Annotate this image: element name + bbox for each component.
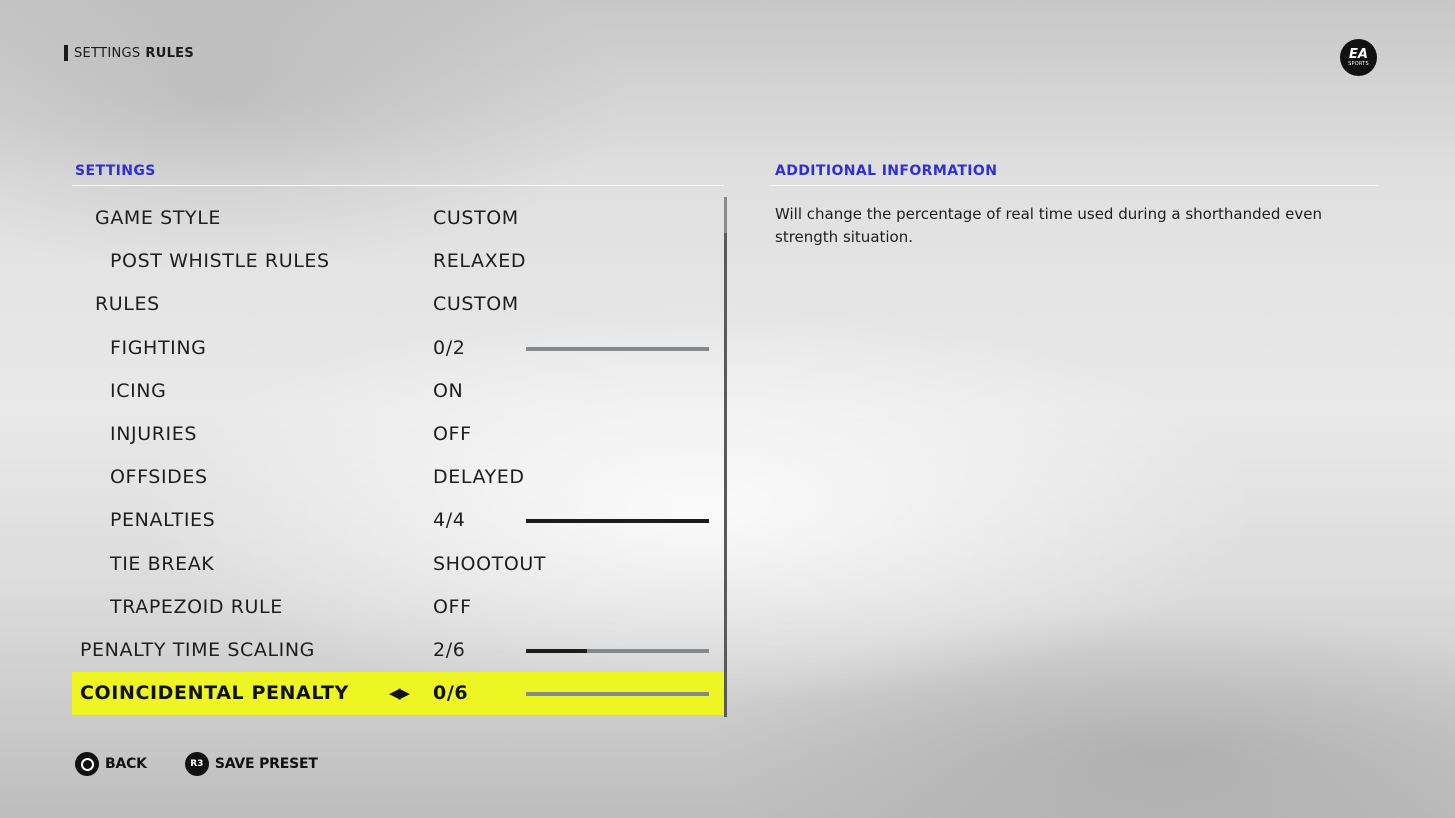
setting-label: PENALTIES (110, 509, 216, 532)
setting-value[interactable]: 0/6 (433, 672, 468, 715)
setting-value[interactable]: 0/2 (433, 327, 465, 370)
setting-label: OFFSIDES (110, 466, 208, 489)
settings-list: GAME STYLE CUSTOM POST WHISTLE RULES RELAXE… (72, 197, 724, 716)
setting-row-tie-break[interactable]: TIE BREAK SHOOTOUT (72, 543, 724, 586)
setting-row-trapezoid-rule[interactable]: TRAPEZOID RULE OFF (72, 586, 724, 629)
logo-subtext: SPORTS (1348, 60, 1369, 67)
setting-value[interactable]: DELAYED (433, 456, 525, 499)
info-description: Will change the percentage of real time … (775, 205, 1322, 246)
setting-value[interactable]: 2/6 (433, 629, 465, 672)
setting-row-penalty-time-scaling[interactable]: PENALTY TIME SCALING 2/6 (72, 629, 724, 672)
setting-label: FIGHTING (110, 336, 207, 359)
setting-row-fighting[interactable]: FIGHTING 0/2 (72, 327, 724, 370)
setting-value[interactable]: SHOOTOUT (433, 543, 546, 586)
setting-label: TRAPEZOID RULE (110, 595, 283, 618)
breadcrumb-marker (64, 45, 68, 61)
setting-row-coincidental-penalty-tim[interactable]: COINCIDENTAL PENALTY TIM ◀▶ 0/6 (72, 672, 724, 716)
breadcrumb: SETTINGS RULES (64, 45, 194, 61)
slider-fill (526, 519, 709, 524)
setting-row-icing[interactable]: ICING ON (72, 370, 724, 413)
setting-label: POST WHISTLE RULES (110, 250, 330, 273)
setting-row-penalties[interactable]: PENALTIES 4/4 (72, 499, 724, 542)
slider-fill (526, 648, 587, 653)
setting-label: RULES (95, 293, 160, 316)
setting-row-rules[interactable]: RULES CUSTOM (72, 283, 724, 326)
settings-scrollbar[interactable] (724, 197, 727, 717)
settings-panel-title: SETTINGS (75, 163, 156, 179)
r3-icon-text: R3 (190, 759, 204, 769)
setting-slider[interactable] (526, 692, 709, 697)
setting-row-offsides[interactable]: OFFSIDES DELAYED (72, 456, 724, 499)
save-preset-button[interactable]: SAVE PRESET (215, 756, 318, 772)
breadcrumb-section: SETTINGS (74, 45, 141, 61)
setting-value[interactable]: OFF (433, 586, 472, 629)
setting-label: TIE BREAK (110, 552, 215, 575)
setting-slider[interactable] (526, 346, 709, 351)
back-button[interactable]: BACK (105, 756, 147, 772)
setting-value[interactable]: ON (433, 370, 463, 413)
setting-row-post-whistle-rules[interactable]: POST WHISTLE RULES RELAXED (72, 240, 724, 283)
setting-label: INJURIES (110, 422, 197, 445)
setting-slider[interactable] (526, 519, 709, 524)
breadcrumb-page: RULES (145, 45, 194, 61)
setting-row-injuries[interactable]: INJURIES OFF (72, 413, 724, 456)
setting-value[interactable]: OFF (433, 413, 472, 456)
setting-value[interactable]: CUSTOM (433, 197, 519, 240)
logo-text: EA (1349, 46, 1368, 62)
settings-divider (72, 185, 724, 186)
scrollbar-thumb[interactable] (724, 233, 727, 717)
left-right-arrows-icon[interactable]: ◀▶ (389, 672, 410, 715)
setting-value[interactable]: CUSTOM (433, 283, 519, 326)
info-panel-title: ADDITIONAL INFORMATION (775, 163, 998, 179)
setting-label: PENALTY TIME SCALING (80, 638, 315, 661)
circle-button-icon[interactable] (75, 752, 99, 776)
setting-value[interactable]: RELAXED (433, 240, 526, 283)
setting-row-game-style[interactable]: GAME STYLE CUSTOM (72, 197, 724, 240)
ea-sports-logo: EA SPORTS (1340, 39, 1377, 76)
setting-value[interactable]: 4/4 (433, 499, 465, 542)
setting-label: GAME STYLE (95, 207, 222, 229)
setting-label: ICING (110, 379, 167, 402)
r3-button-icon[interactable]: R3 (184, 752, 209, 776)
info-divider (770, 185, 1378, 186)
setting-label: COINCIDENTAL PENALTY TIM (80, 682, 352, 705)
setting-slider[interactable] (526, 648, 709, 653)
footer-controls: BACK R3 SAVE PRESET (75, 752, 356, 776)
